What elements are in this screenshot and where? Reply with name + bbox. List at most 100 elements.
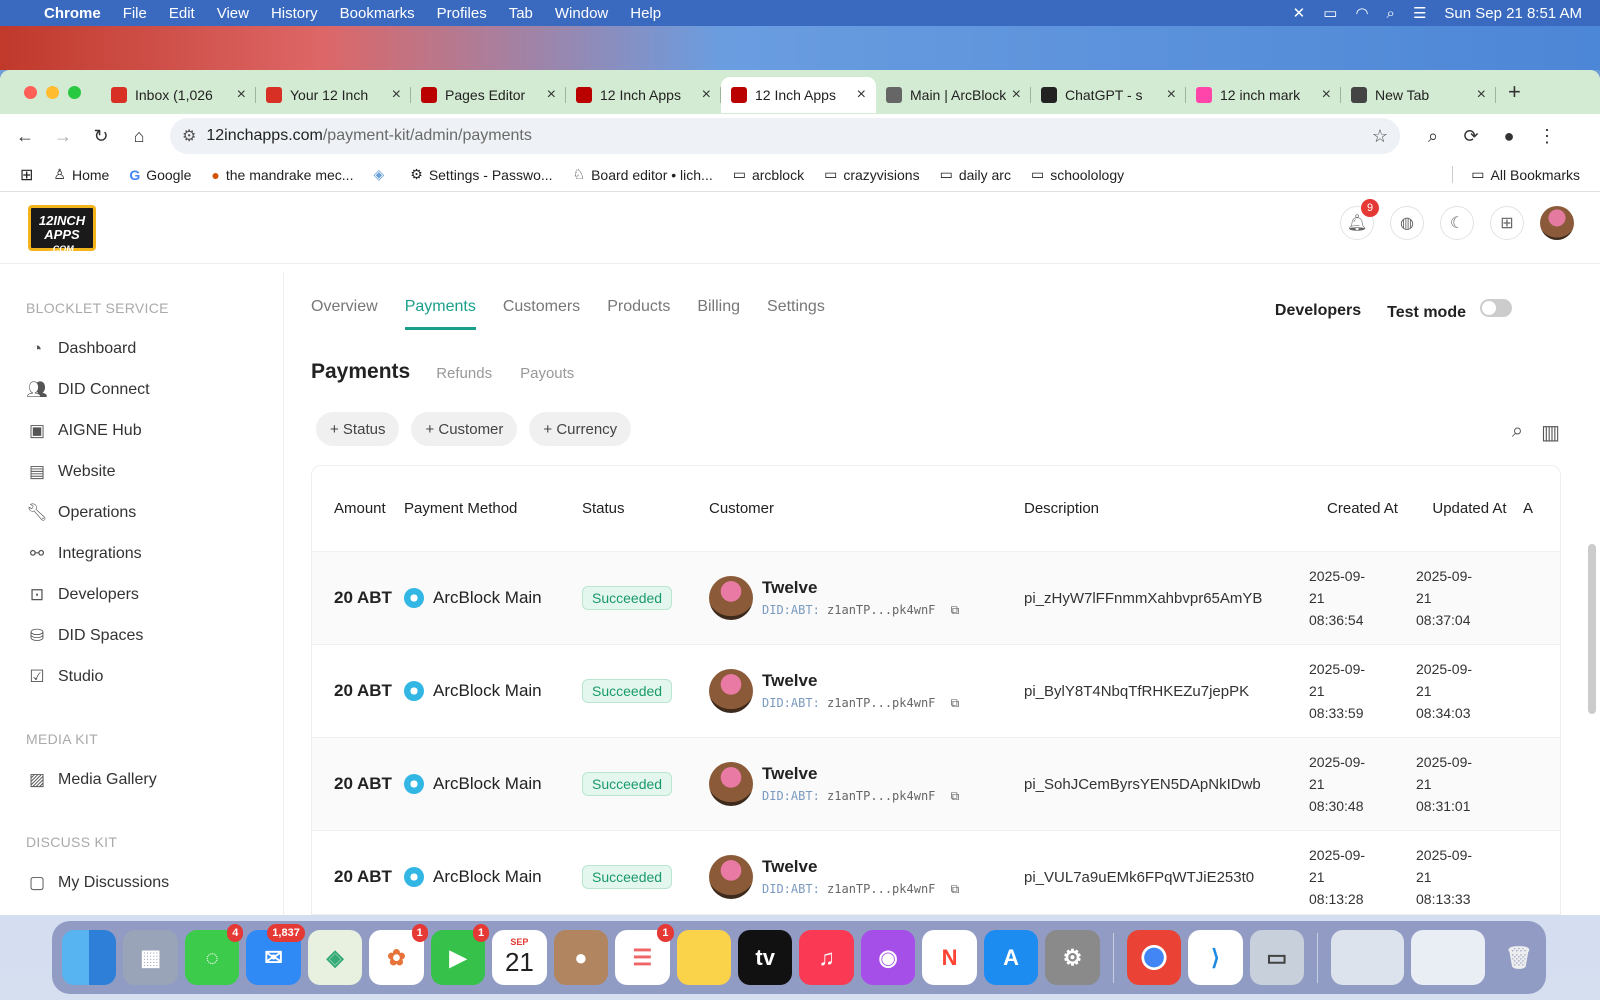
bluetooth-off-icon[interactable]: ✕ [1293, 4, 1306, 22]
browser-tab[interactable]: Pages Editor × [411, 77, 566, 113]
tab-payments[interactable]: Payments [404, 298, 476, 330]
apps-grid-icon[interactable]: ⊞ [20, 165, 33, 185]
copy-icon[interactable]: ⧉ [951, 789, 960, 803]
recent-window-thumbnail-icon[interactable] [1331, 930, 1405, 985]
table-row[interactable]: 20 ABT ArcBlock Main Succeeded Twelve DID:AB… [312, 645, 1560, 738]
new-tab-button[interactable]: + [1508, 79, 1521, 105]
subtab-payments[interactable]: Payments [311, 360, 410, 384]
facetime-icon[interactable]: ▶ 1 [430, 924, 490, 985]
apple-tv-icon[interactable]: tv [737, 930, 793, 985]
preview-icon[interactable]: ▭ [1249, 930, 1305, 985]
browser-tab[interactable]: Inbox (1,026 × [101, 77, 256, 113]
page-scrollbar[interactable] [1588, 544, 1596, 714]
site-info-icon[interactable]: ⚙ [182, 126, 196, 146]
user-avatar[interactable] [1540, 206, 1574, 240]
chrome-icon[interactable] [1126, 930, 1182, 985]
columns-icon[interactable]: ▥ [1541, 420, 1560, 445]
filter-currency-button[interactable]: + Currency [529, 412, 632, 446]
menu-view[interactable]: View [217, 5, 249, 22]
chrome-menu-icon[interactable]: ⋮ [1528, 126, 1566, 147]
wifi-icon[interactable]: ◠ [1355, 4, 1368, 22]
apps-grid-icon[interactable]: ⊞ [1490, 206, 1524, 240]
bookmark-mandrake[interactable]: ● the mandrake mec... [211, 167, 353, 183]
table-row[interactable]: 20 ABT ArcBlock Main Succeeded Twelve DID:AB… [312, 738, 1560, 831]
control-center-icon[interactable]: ☰ [1413, 4, 1426, 22]
launchpad-icon[interactable]: ▦ [123, 930, 178, 985]
profile-avatar-icon[interactable]: ● [1490, 126, 1528, 147]
menu-edit[interactable]: Edit [169, 5, 195, 22]
sidebar-item-media-gallery[interactable]: ▨ Media Gallery [0, 759, 283, 800]
close-window-button[interactable] [24, 85, 37, 99]
filter-status-button[interactable]: + Status [316, 412, 400, 446]
bookmark-folder-crazyvisions[interactable]: ▭ crazyvisions [824, 166, 919, 183]
tab-customers[interactable]: Customers [503, 298, 580, 330]
extension-icon[interactable]: ⟳ [1452, 126, 1490, 147]
close-tab-icon[interactable]: × [1477, 86, 1486, 104]
photos-icon[interactable]: ✿ 1 [369, 924, 428, 985]
bookmark-tag[interactable]: ◈ [373, 166, 390, 183]
bookmark-settings-passwords[interactable]: ⚙ Settings - Passwo... [410, 166, 552, 183]
menu-profiles[interactable]: Profiles [437, 5, 487, 22]
bookmark-board-editor[interactable]: ♘ Board editor • lich... [573, 166, 713, 183]
close-tab-icon[interactable]: × [1012, 86, 1021, 104]
menu-window[interactable]: Window [555, 5, 608, 22]
finder-icon[interactable] [62, 930, 117, 985]
sidebar-item-did-connect[interactable]: 👥︎ DID Connect [0, 369, 283, 410]
col-payment-method[interactable]: Payment Method [404, 500, 582, 517]
copy-icon[interactable]: ⧉ [951, 882, 960, 896]
sidebar-item-operations[interactable]: 🔧︎ Operations [0, 492, 283, 533]
sidebar-item-studio[interactable]: ☑ Studio [0, 656, 283, 697]
filter-customer-button[interactable]: + Customer [411, 412, 518, 446]
notes-icon[interactable] [676, 930, 731, 985]
browser-tab[interactable]: Main | ArcBlock × [876, 77, 1031, 113]
browser-tab[interactable]: 12 Inch Apps × [566, 77, 721, 113]
sidebar-item-integrations[interactable]: ⚯ Integrations [0, 533, 283, 574]
col-amount[interactable]: Amount [312, 500, 404, 517]
col-updated-at[interactable]: Updated At [1416, 496, 1523, 522]
close-tab-icon[interactable]: × [547, 86, 556, 104]
menu-file[interactable]: File [123, 5, 147, 22]
music-icon[interactable]: ♫ [799, 930, 854, 985]
12inchapps-logo[interactable]: 12INCH APPS .COM [28, 204, 96, 254]
forward-arrow-icon[interactable]: → [44, 126, 82, 147]
close-tab-icon[interactable]: × [392, 86, 401, 104]
tab-search-icon[interactable]: ⌕ [1414, 126, 1452, 147]
messages-icon[interactable]: ◌ 4 [184, 924, 244, 985]
browser-tab[interactable]: 12 Inch Apps × [721, 77, 876, 113]
sidebar-item-developers[interactable]: ⊡ Developers [0, 574, 283, 615]
maps-icon[interactable]: ◈ [307, 930, 363, 985]
col-customer[interactable]: Customer [709, 500, 1024, 517]
battery-icon[interactable]: ▭ [1323, 4, 1337, 22]
news-icon[interactable]: N [922, 930, 977, 985]
tab-overview[interactable]: Overview [311, 298, 378, 330]
customer-cell[interactable]: Twelve DID:ABT: z1anTP...pk4wnF ⧉ [709, 669, 1024, 713]
customer-cell[interactable]: Twelve DID:ABT: z1anTP...pk4wnF ⧉ [709, 762, 1024, 806]
col-created-at[interactable]: Created At [1309, 496, 1416, 522]
developers-link[interactable]: Developers [1275, 302, 1361, 320]
col-description[interactable]: Description [1024, 500, 1309, 517]
browser-tab[interactable]: Your 12 Inch × [256, 77, 411, 113]
reminders-icon[interactable]: ☰ 1 [615, 924, 674, 985]
col-status[interactable]: Status [582, 500, 709, 517]
bookmark-star-icon[interactable]: ☆ [1372, 126, 1388, 147]
sidebar-item-aigne-hub[interactable]: ▣ AIGNE Hub [0, 410, 283, 451]
copy-icon[interactable]: ⧉ [951, 603, 960, 617]
close-tab-icon[interactable]: × [1322, 86, 1331, 104]
reload-icon[interactable]: ↻ [82, 126, 120, 147]
notification-bell-icon[interactable]: 🔔︎ 9 [1340, 199, 1379, 240]
close-tab-icon[interactable]: × [857, 86, 866, 104]
globe-icon[interactable]: ◍ [1390, 206, 1424, 240]
bookmark-folder-schoolology[interactable]: ▭ schoolology [1031, 166, 1124, 183]
system-settings-gear-icon[interactable]: ⚙ [1045, 930, 1100, 985]
contacts-icon[interactable]: ● [553, 930, 609, 985]
close-tab-icon[interactable]: × [1167, 86, 1176, 104]
menu-history[interactable]: History [271, 5, 318, 22]
sidebar-item-dashboard[interactable]: ◔ Dashboard [0, 328, 283, 369]
zoom-window-button[interactable] [68, 85, 81, 99]
menubar-datetime[interactable]: Sun Sep 21 8:51 AM [1444, 5, 1582, 22]
spotlight-search-icon[interactable]: ⌕ [1387, 5, 1395, 22]
recent-window-thumbnail-icon[interactable] [1411, 930, 1485, 985]
sidebar-item-website[interactable]: ▤ Website [0, 451, 283, 492]
home-icon[interactable]: ⌂ [120, 126, 158, 147]
trash-icon[interactable]: 🗑︎ [1492, 930, 1546, 985]
